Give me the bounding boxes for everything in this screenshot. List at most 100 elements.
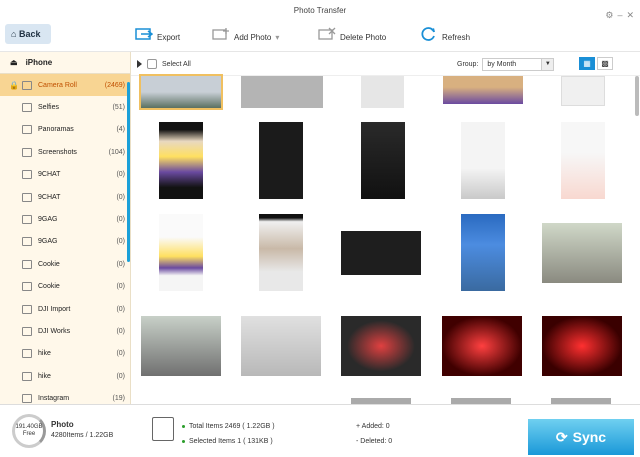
sidebar: ⏏ iPhone 🔒 Camera Roll (2469) Selfies (51) Pa… [0,52,131,404]
photo-thumbnail[interactable] [341,231,421,275]
photo-thumbnail[interactable] [341,316,421,376]
sidebar-item[interactable]: Cookie (0) [0,253,130,275]
camera-icon [22,80,32,90]
export-icon [135,26,153,42]
album-icon [22,304,32,314]
photo-thumbnail[interactable] [542,316,622,376]
album-icon [22,192,32,202]
sidebar-item-count: (4) [116,126,125,134]
sidebar-item[interactable]: Selfies (51) [0,96,130,118]
photo-thumbnail[interactable] [461,122,505,199]
sidebar-item-count: (0) [116,238,125,246]
photo-thumbnail[interactable] [561,76,605,106]
refresh-icon [420,26,438,42]
photo-thumbnail[interactable] [259,214,303,291]
large-grid-view-button[interactable]: ▩ [597,57,613,70]
photo-thumbnail[interactable] [241,76,323,108]
group-select[interactable]: by Month ▼ [482,58,555,71]
sidebar-item[interactable]: Cookie (0) [0,276,130,298]
photo-thumbnail[interactable] [241,316,321,376]
photo-thumbnail[interactable] [361,76,404,108]
expand-icon[interactable] [137,60,142,68]
storage-gauge: 191.40GB Free [12,414,46,448]
sidebar-item-label: Screenshots [38,148,77,156]
sidebar-item-label: Panoramas [38,126,74,134]
album-icon [22,371,32,381]
sidebar-item-label: hike [38,350,51,358]
sidebar-scrollbar[interactable] [127,82,130,262]
sidebar-item-label: 9CHAT [38,193,61,201]
photo-thumbnail[interactable] [442,316,522,376]
add-photo-icon [212,26,230,42]
sidebar-item-count: (0) [116,216,125,224]
large-grid-icon: ▩ [601,59,609,68]
sidebar-item-label: Camera Roll [38,81,77,89]
photo-thumbnail[interactable] [259,122,303,199]
window-title: Photo Transfer [293,6,347,15]
sidebar-item-count: (0) [116,372,125,380]
sidebar-item[interactable]: 9GAG (0) [0,208,130,230]
sidebar-item-label: Cookie [38,260,60,268]
sidebar-item-label: DJI Works [38,327,71,335]
photo-thumbnail[interactable] [139,74,223,110]
photo-thumbnail[interactable] [561,122,605,199]
photo-thumbnail[interactable] [361,122,405,199]
sidebar-item[interactable]: Instagram (19) [0,387,130,404]
sidebar-item-count: (0) [116,327,125,335]
album-icon [22,170,32,180]
select-all-label: Select All [162,60,191,68]
chevron-down-icon: ▼ [541,59,554,70]
sidebar-item-label: hike [38,372,51,380]
sidebar-item-count: (0) [116,171,125,179]
album-icon [22,215,32,225]
delete-photo-button[interactable]: Delete Photo [318,26,386,42]
sidebar-item-label: 9CHAT [38,171,61,179]
photo-thumbnail[interactable] [443,76,523,104]
refresh-button[interactable]: Refresh [420,26,470,42]
sidebar-item[interactable]: hike (0) [0,365,130,387]
sidebar-item-count: (0) [116,350,125,358]
photo-thumbnail[interactable] [542,223,622,283]
photo-thumbnail[interactable] [461,214,505,291]
sidebar-item-count: (0) [116,193,125,201]
sidebar-item-label: DJI Import [38,305,71,313]
export-button[interactable]: Export [135,26,180,42]
album-icon [22,237,32,247]
photo-thumbnail[interactable] [159,122,203,199]
grid-icon: ▦ [583,59,591,68]
photo-grid-scrollbar[interactable] [635,76,639,116]
sidebar-item[interactable]: Panoramas (4) [0,119,130,141]
delete-photo-icon [318,26,336,42]
photo-grid [131,74,636,404]
change-summary: + Added: 0 - Deleted: 0 [356,423,393,445]
sidebar-item[interactable]: 9CHAT (0) [0,186,130,208]
sidebar-item-label: Instagram [38,395,70,403]
device-header[interactable]: ⏏ iPhone [0,52,130,74]
grid-view-button[interactable]: ▦ [579,57,595,70]
sidebar-item-count: (0) [116,260,125,268]
select-all-checkbox[interactable] [147,59,157,69]
back-button[interactable]: ⌂ Back [5,24,51,44]
sidebar-item-count: (51) [112,104,125,112]
album-icon [22,259,32,269]
sync-button[interactable]: ⟳ Sync [528,419,634,455]
sidebar-item[interactable]: 🔒 Camera Roll (2469) [0,74,130,97]
sidebar-item[interactable]: DJI Works (0) [0,320,130,342]
screenshot-icon [22,147,32,157]
home-icon: ⌂ [11,29,17,39]
sidebar-item-count: (2469) [104,81,125,89]
sidebar-item[interactable]: Screenshots (104) [0,141,130,163]
sidebar-item[interactable]: 9CHAT (0) [0,164,130,186]
totals: Total Items 2469 ( 1.22GB ) Selected Ite… [182,419,275,449]
add-photo-button[interactable]: Add Photo ▾ [212,26,279,42]
sidebar-item[interactable]: 9GAG (0) [0,231,130,253]
sidebar-item[interactable]: DJI Import (0) [0,298,130,320]
sidebar-item-count: (19) [112,395,125,403]
sidebar-item[interactable]: hike (0) [0,343,130,365]
sidebar-item-count: (0) [116,305,125,313]
photo-panel: Select All Group: by Month ▼ ▦ ▩ [131,52,640,404]
photo-thumbnail[interactable] [141,316,221,376]
selfie-icon [22,103,32,113]
album-icon [22,282,32,292]
photo-thumbnail[interactable] [159,214,203,291]
